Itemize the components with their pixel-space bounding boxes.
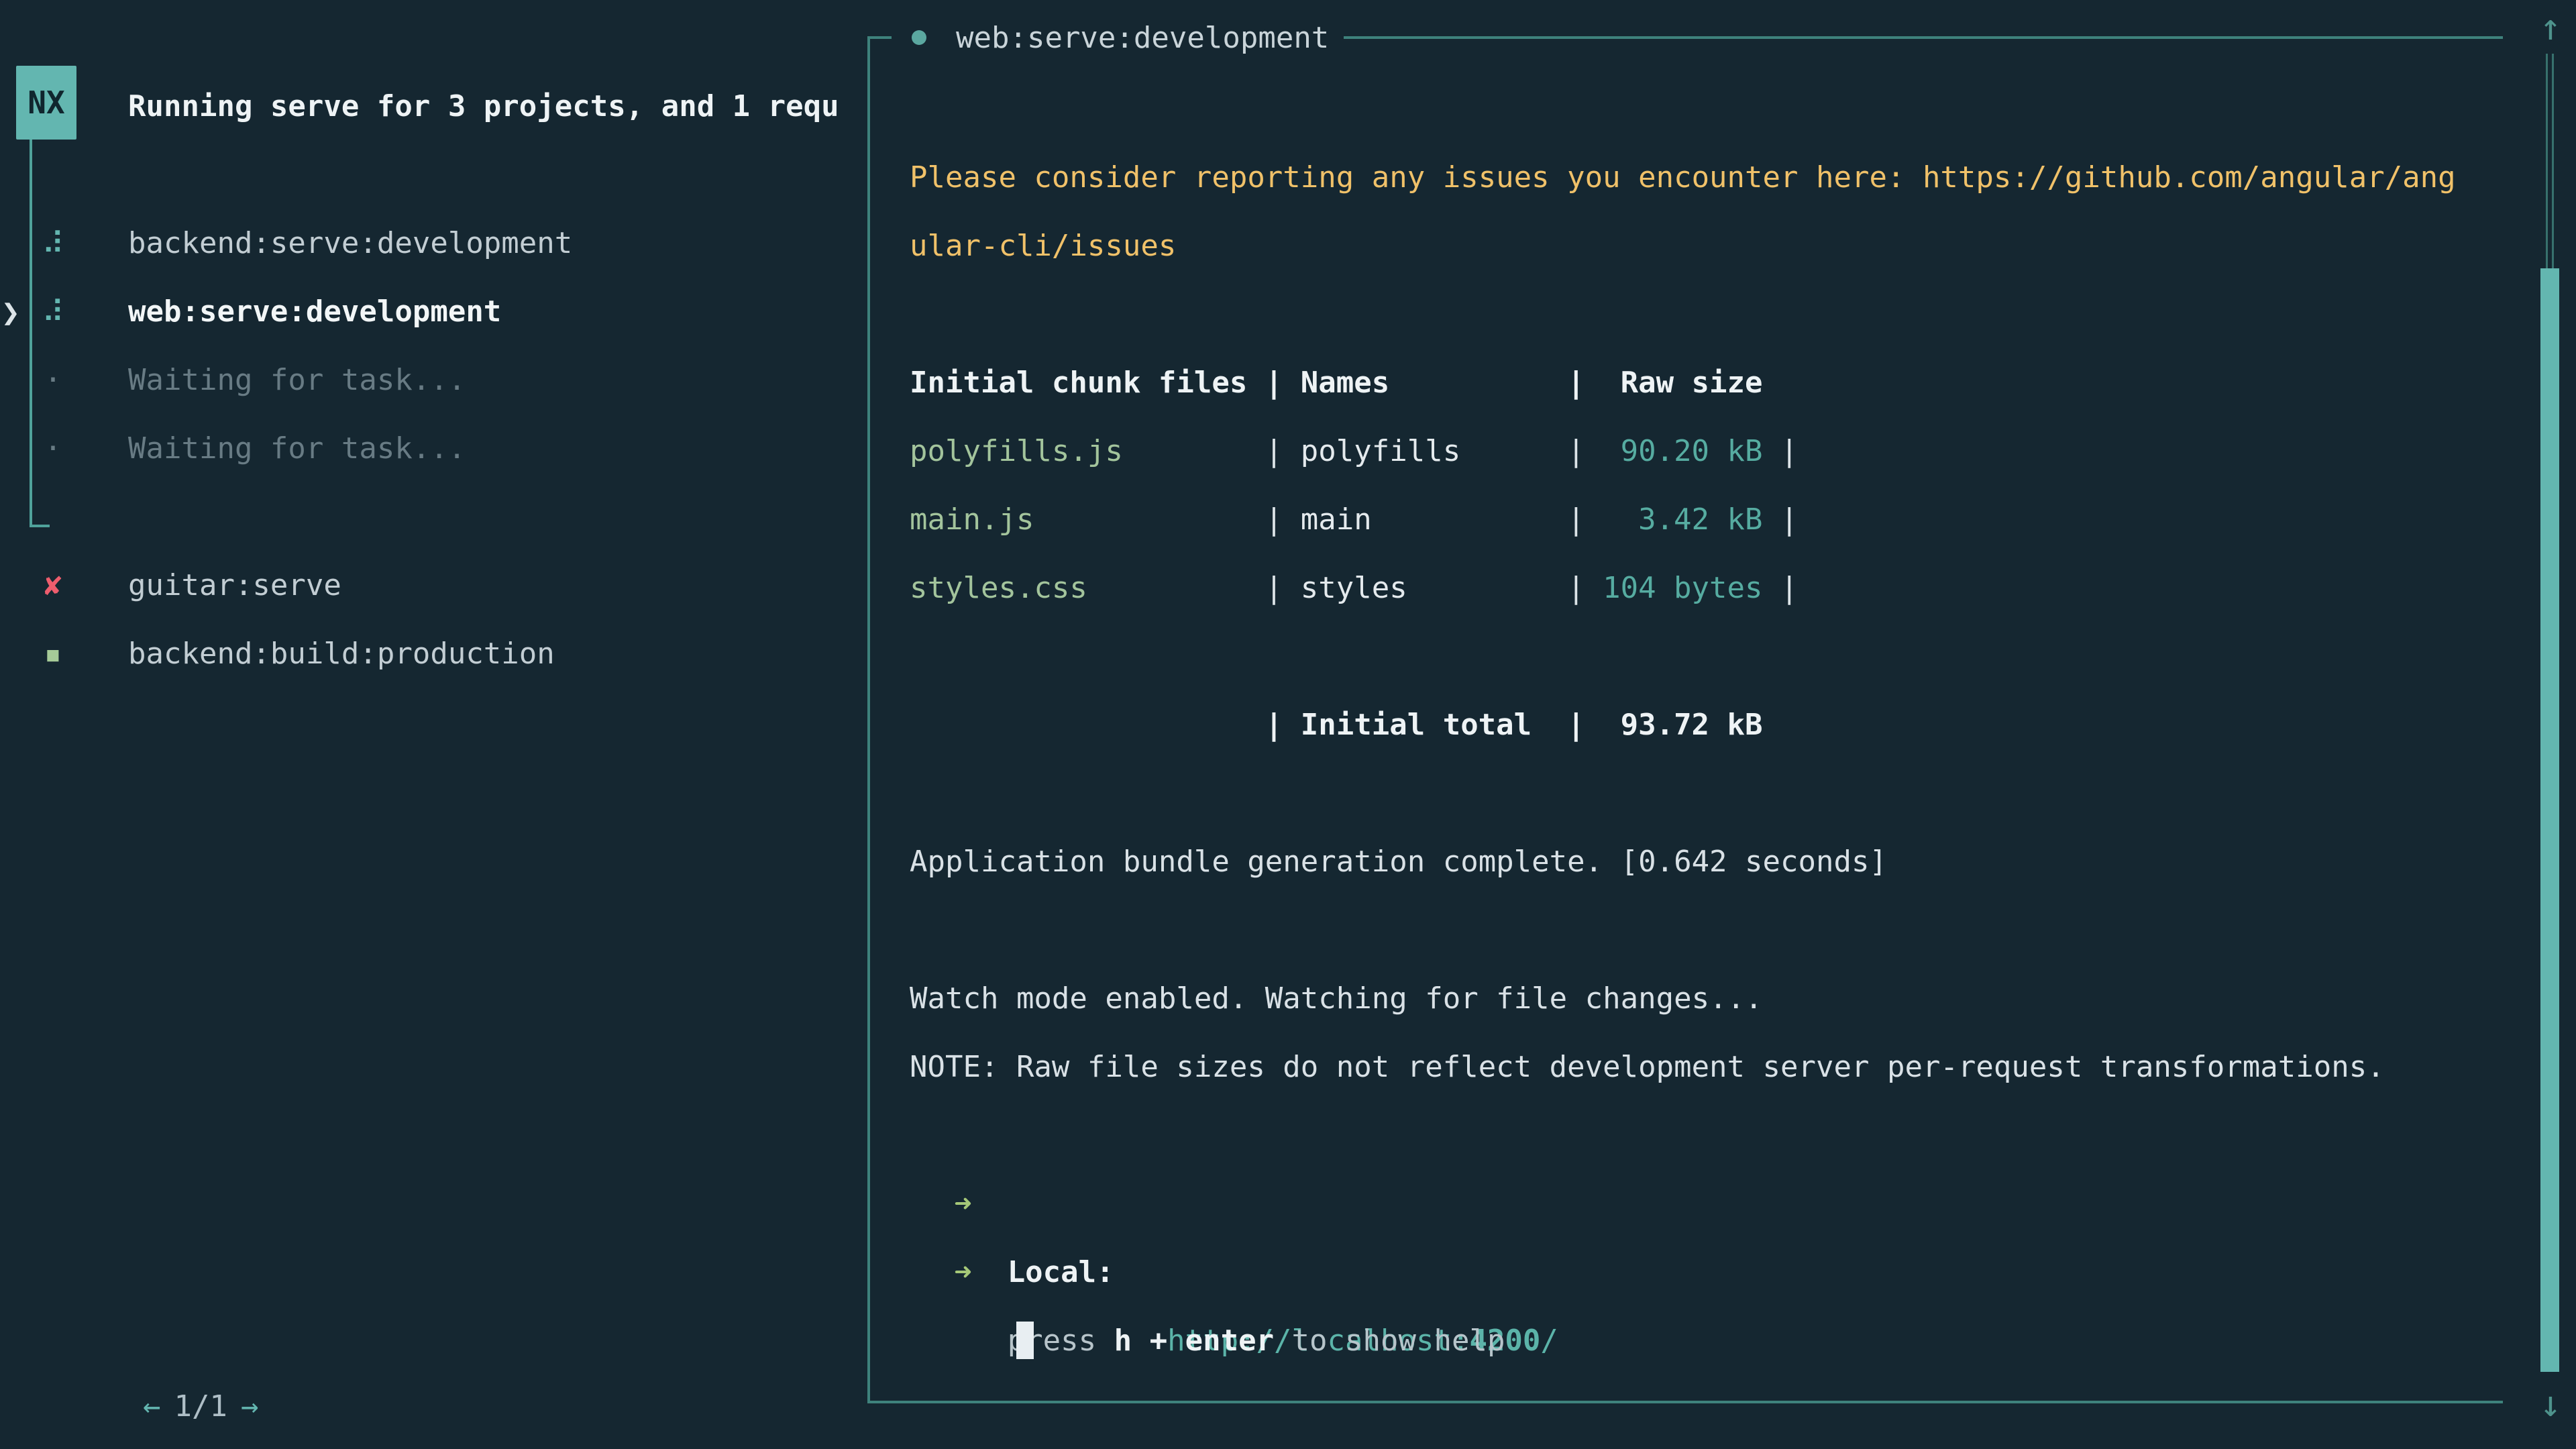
column-separator: |	[1265, 691, 1283, 759]
help-hint-line: ➜ press h + enter to show help	[910, 1170, 1016, 1238]
chunk-table-row: main.js | main | 3.42 kB |	[910, 486, 1833, 554]
spinner-icon: ⠼	[38, 278, 68, 346]
chunk-file-cell: polyfills.js	[910, 417, 1123, 486]
panel-header: web:serve:development	[892, 3, 1344, 72]
chunk-name-cell: styles	[1301, 554, 1407, 623]
chunk-table-total-row: | Initial total | 93.72 kB	[910, 691, 1833, 759]
column-separator: |	[1265, 417, 1283, 486]
chunk-file-cell: main.js	[910, 486, 1034, 554]
terminal-cursor[interactable]	[1016, 1322, 1034, 1359]
task-label: Waiting for task...	[128, 415, 466, 483]
column-separator: |	[1567, 417, 1585, 486]
help-hint-post: to show help	[1274, 1324, 1505, 1358]
terminal-cursor-line	[910, 1238, 1034, 1307]
column-header: Raw size	[1585, 349, 1763, 417]
initial-total-label: Initial total	[1301, 691, 1532, 759]
next-page-arrow-icon[interactable]: →	[241, 1389, 259, 1424]
column-separator: |	[1780, 486, 1799, 554]
task-label: backend:build:production	[128, 620, 555, 688]
success-square-icon: ▪	[38, 620, 68, 688]
page-indicator: 1/1	[174, 1389, 227, 1424]
task-row-waiting-1[interactable]: · Waiting for task...	[0, 346, 859, 415]
column-separator: |	[1265, 486, 1283, 554]
help-hint-text: press h + enter to show help	[1008, 1307, 1505, 1375]
chunk-size-cell: 3.42 kB	[1585, 486, 1763, 554]
column-separator: |	[1780, 417, 1799, 486]
column-separator: |	[1265, 554, 1283, 623]
initial-total-size: 93.72 kB	[1585, 691, 1763, 759]
task-label: guitar:serve	[128, 551, 341, 620]
task-row-waiting-2[interactable]: · Waiting for task...	[0, 415, 859, 483]
column-header: Initial chunk files	[910, 349, 1247, 417]
bundle-complete-message: Application bundle generation complete. …	[910, 828, 1887, 896]
local-server-line: ➜ Local: http://localhost:4200/	[910, 1102, 1016, 1170]
chunk-size-cell: 104 bytes	[1585, 554, 1763, 623]
watch-mode-message: Watch mode enabled. Watching for file ch…	[910, 965, 1763, 1033]
column-separator: |	[1780, 554, 1799, 623]
column-separator: |	[1567, 554, 1585, 623]
chunk-table-header-row: Initial chunk files | Names | Raw size	[910, 349, 1833, 417]
chunk-file-cell: styles.css	[910, 554, 1087, 623]
column-separator: |	[1265, 349, 1283, 417]
panel-title: web:serve:development	[956, 21, 1329, 55]
scroll-down-arrow-icon[interactable]: ↓	[2524, 1370, 2576, 1438]
angular-issues-notice: Please consider reporting any issues you…	[910, 144, 2458, 280]
column-separator: |	[1567, 349, 1585, 417]
column-separator: |	[1567, 486, 1585, 554]
task-row-guitar-serve[interactable]: ✘ guitar:serve	[0, 551, 859, 620]
task-label: Waiting for task...	[128, 346, 466, 415]
scroll-up-arrow-icon[interactable]: ↑	[2524, 0, 2576, 62]
task-row-web-serve[interactable]: ⠼ web:serve:development	[0, 278, 859, 346]
chunk-size-cell: 90.20 kB	[1585, 417, 1763, 486]
task-output-panel: web:serve:development Please consider re…	[867, 36, 2503, 1403]
status-dot-icon	[912, 30, 926, 45]
nx-terminal-ui: NX Running serve for 3 projects, and 1 r…	[0, 0, 2576, 1449]
task-label: web:serve:development	[128, 278, 501, 346]
sidebar-title: Running serve for 3 projects, and 1 requ	[128, 72, 853, 141]
task-row-backend-build[interactable]: ▪ backend:build:production	[0, 620, 859, 688]
waiting-dot-icon: ·	[38, 346, 68, 415]
help-hint-keys: h + enter	[1114, 1324, 1274, 1358]
column-header: Names	[1301, 349, 1389, 417]
chunk-table-row: styles.css | styles | 104 bytes |	[910, 554, 1833, 623]
url-suffix: /	[1540, 1324, 1558, 1358]
chunk-name-cell: main	[1301, 486, 1372, 554]
column-separator: |	[1567, 691, 1585, 759]
chunk-name-cell: polyfills	[1301, 417, 1460, 486]
spinner-icon: ⠼	[38, 209, 68, 278]
waiting-dot-icon: ·	[38, 415, 68, 483]
error-x-icon: ✘	[38, 551, 68, 620]
task-label: backend:serve:development	[128, 209, 572, 278]
raw-size-note: NOTE: Raw file sizes do not reflect deve…	[910, 1033, 2385, 1102]
chunk-table-row: polyfills.js | polyfills | 90.20 kB |	[910, 417, 1833, 486]
prev-page-arrow-icon[interactable]: ←	[143, 1389, 161, 1424]
task-sidebar: NX Running serve for 3 projects, and 1 r…	[0, 0, 867, 1449]
scrollbar-thumb[interactable]	[2540, 268, 2559, 1372]
task-row-backend-serve[interactable]: ⠼ backend:serve:development	[0, 209, 859, 278]
nx-logo-badge: NX	[16, 66, 76, 140]
task-list-pagination: ←1/1→	[36, 1304, 258, 1373]
